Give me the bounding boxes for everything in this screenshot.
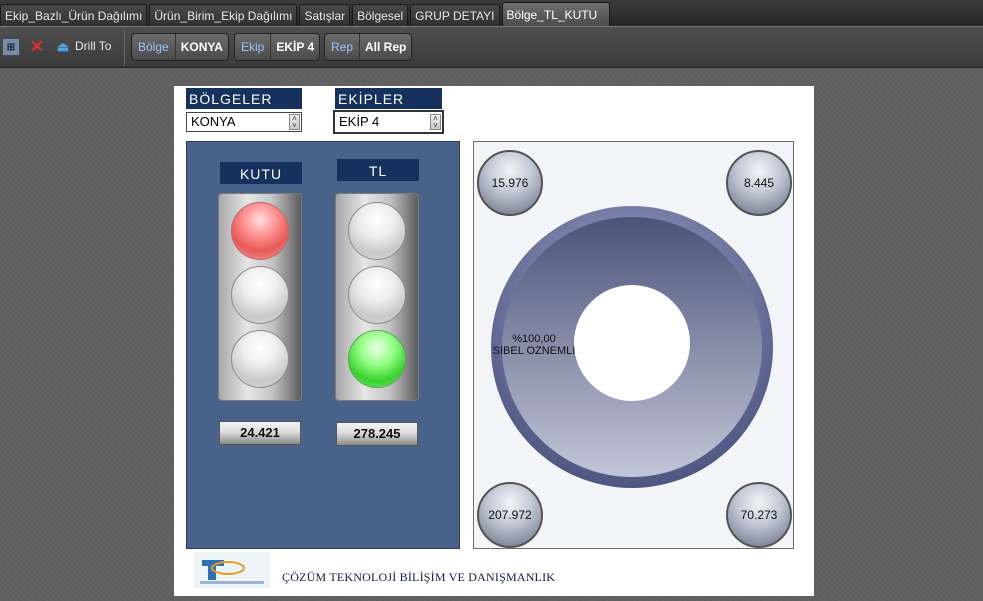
kutu-title: KUTU (220, 162, 302, 184)
corner-value-bottom-left: 207.972 (477, 482, 543, 548)
corner-value-bottom-right: 70.273 (726, 482, 792, 548)
donut-slice-label: %100,00 SIBEL OZNEMLI (489, 333, 579, 357)
kutu-green-lamp (231, 330, 289, 388)
filter-icon[interactable]: ⊞ (2, 38, 20, 56)
toolbar-divider (124, 30, 125, 66)
tl-traffic-light (335, 193, 419, 401)
tl-red-lamp (348, 202, 406, 260)
selection-chip-bolge[interactable]: Bölge KONYA (131, 33, 229, 61)
tl-green-lamp (348, 330, 406, 388)
selection-chip-value: EKİP 4 (276, 40, 315, 54)
kutu-red-lamp (231, 202, 289, 260)
team-selector-value: EKİP 4 (339, 114, 380, 129)
company-logo (194, 552, 270, 588)
tab-bolge-tl-kutu[interactable]: Bölge_TL_KUTU (501, 2, 611, 26)
region-selector-value: KONYA (191, 114, 236, 129)
donut-percent-label: %100,00 (512, 333, 556, 345)
team-selector[interactable]: EKİP 4 ˄ ˅ (333, 110, 444, 134)
tab-grup-detayi[interactable]: GRUP DETAYI (410, 4, 500, 26)
team-selector-title: EKİPLER (335, 88, 442, 109)
sheet-tab-bar: Ekip_Bazlı_Ürün Dağılımı Ürün_Birim_Ekip… (0, 0, 983, 26)
drill-to-button[interactable]: Drill To (75, 39, 111, 53)
donut-chart-panel: %100,00 SIBEL OZNEMLI 15.976 8.445 207.9… (473, 141, 794, 549)
drill-icon[interactable]: ⏏ (54, 38, 72, 56)
region-selector-title: BÖLGELER (186, 88, 302, 109)
selection-chip-key: Bölge (132, 34, 176, 60)
tab-satislar[interactable]: Satışlar (299, 4, 351, 26)
kutu-traffic-light (218, 193, 302, 401)
corner-value-top-left: 15.976 (477, 150, 543, 216)
kutu-value: 24.421 (219, 421, 301, 445)
selection-chip-rep[interactable]: Rep All Rep (324, 33, 413, 61)
region-selector[interactable]: KONYA ˄ ˅ (186, 112, 302, 132)
corner-value-top-right: 8.445 (726, 150, 792, 216)
donut-hole (574, 285, 690, 401)
tab-bolgesel[interactable]: Bölgesel (352, 4, 409, 26)
tab-urun-birim-ekip-dagilimi[interactable]: Ürün_Birim_Ekip Dağılımı (149, 4, 298, 26)
selection-toolbar: ⊞ ✕ ⏏ Drill To Bölge KONYA Ekip EKİP 4 R… (0, 26, 983, 68)
kutu-yellow-lamp (231, 266, 289, 324)
tab-ekip-bazli-urun-dagilimi[interactable]: Ekip_Bazlı_Ürün Dağılımı (0, 4, 148, 26)
tl-yellow-lamp (348, 266, 406, 324)
selection-chip-key: Ekip (235, 34, 272, 60)
selection-chip-value: All Rep (365, 40, 407, 54)
tl-title: TL (337, 159, 419, 181)
traffic-light-panel: KUTU TL 24.421 278.245 (186, 141, 460, 549)
report-sheet: BÖLGELER KONYA ˄ ˅ EKİPLER EKİP 4 ˄ ˅ KUTU… (174, 86, 814, 596)
company-name: ÇÖZÜM TEKNOLOJİ BİLİŞİM VE DANIŞMANLIK (282, 570, 556, 584)
delete-icon[interactable]: ✕ (28, 37, 46, 56)
tl-value: 278.245 (336, 422, 418, 446)
selection-chip-ekip[interactable]: Ekip EKİP 4 (234, 33, 321, 61)
selection-chip-value: KONYA (180, 40, 223, 54)
donut-name-label: SIBEL OZNEMLI (492, 345, 576, 357)
chevron-down-icon[interactable]: ˄ ˅ (289, 114, 300, 130)
chevron-down-icon[interactable]: ˄ ˅ (430, 114, 441, 130)
selection-chip-key: Rep (325, 34, 361, 60)
